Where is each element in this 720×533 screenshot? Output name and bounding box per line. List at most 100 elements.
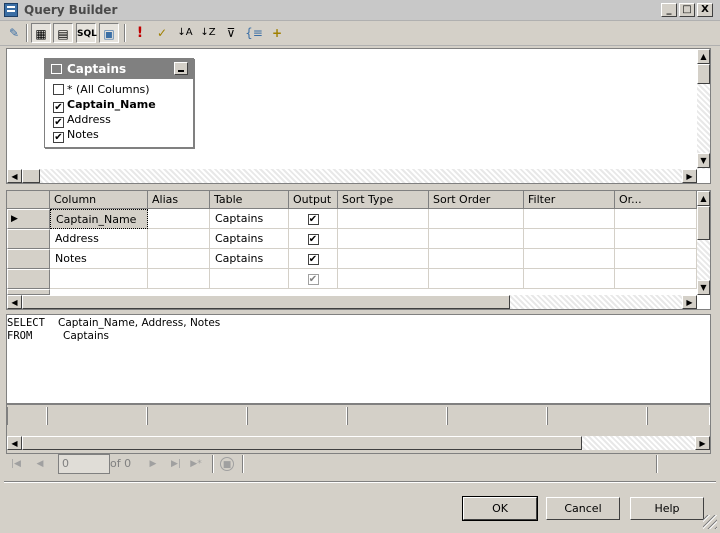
minimize-button[interactable]: _ [661,3,677,17]
properties-icon[interactable]: ✎ [4,23,24,43]
header-filter[interactable]: Filter [524,191,615,209]
add-table-icon[interactable]: + [267,23,287,43]
cell-output[interactable]: ✔ [289,269,338,289]
scroll-left-button[interactable]: ◀ [7,295,22,309]
cell-table[interactable]: Captains [210,229,289,249]
results-pane-button[interactable]: ▣ [99,23,119,43]
scroll-left-button[interactable]: ◀ [7,436,22,450]
previous-record-icon[interactable]: ◀ [33,457,47,471]
cell-sort-order[interactable] [429,209,524,229]
header-table[interactable]: Table [210,191,289,209]
row-selector[interactable] [7,249,50,269]
cell-sort-type[interactable] [338,229,429,249]
cell-alias[interactable] [148,249,210,269]
column-row-captain-name[interactable]: ✔ Captain_Name [53,97,156,113]
close-button[interactable]: X [697,3,713,17]
scroll-thumb[interactable] [22,295,510,309]
help-button[interactable]: Help [630,497,704,520]
cell-filter[interactable] [524,249,615,269]
cell-sort-type[interactable] [338,269,429,289]
new-record-icon[interactable]: ▶* [189,457,203,471]
header-sort-type[interactable]: Sort Type [338,191,429,209]
output-checkbox[interactable]: ✔ [307,234,319,245]
cell-filter[interactable] [524,229,615,249]
column-checkbox[interactable]: ✔ [53,132,64,143]
cell-column[interactable] [50,269,148,289]
header-alias[interactable]: Alias [148,191,210,209]
cell-filter[interactable] [524,269,615,289]
sort-descending-icon[interactable]: ↓Z [198,23,218,43]
scroll-up-button[interactable]: ▲ [697,191,710,206]
scroll-right-button[interactable]: ▶ [682,295,697,309]
first-record-icon[interactable]: |◀ [9,457,23,471]
cell-output[interactable]: ✔ [289,249,338,269]
results-pane[interactable]: ◀ ▶ [6,404,711,454]
scroll-down-button[interactable]: ▼ [697,280,710,295]
column-checkbox[interactable] [53,84,64,95]
scroll-thumb[interactable] [22,169,40,183]
cell-sort-type[interactable] [338,209,429,229]
sort-ascending-icon[interactable]: ↓A [175,23,195,43]
cell-table[interactable] [210,269,289,289]
cell-alias[interactable] [148,209,210,229]
captains-table-window[interactable]: Captains * (All Columns) ✔ Captain_Name ✔… [44,58,194,148]
cell-output[interactable]: ✔ [289,229,338,249]
filter-icon[interactable]: ⊽ [221,23,241,43]
header-column[interactable]: Column [50,191,148,209]
cell-sort-order[interactable] [429,229,524,249]
resize-grip[interactable] [703,515,717,529]
scroll-thumb[interactable] [697,64,710,84]
scroll-thumb[interactable] [697,206,710,240]
run-icon[interactable]: ! [130,23,150,43]
header-output[interactable]: Output [289,191,338,209]
column-row-address[interactable]: ✔ Address [53,112,111,128]
cell-alias[interactable] [148,229,210,249]
column-row-all[interactable]: * (All Columns) [53,82,150,97]
cancel-button[interactable]: Cancel [546,497,620,520]
header-or[interactable]: Or... [615,191,697,209]
minimize-table-button[interactable] [174,62,188,75]
cell-output[interactable]: ✔ [289,209,338,229]
cell-alias[interactable] [148,269,210,289]
scroll-left-button[interactable]: ◀ [7,169,22,183]
cell-or[interactable] [615,209,697,229]
cell-sort-type[interactable] [338,249,429,269]
diagram-hscroll-track[interactable] [7,169,697,183]
scroll-right-button[interactable]: ▶ [695,436,710,450]
cell-table[interactable]: Captains [210,209,289,229]
last-record-icon[interactable]: ▶| [169,457,183,471]
verify-sql-icon[interactable]: ✓ [152,23,172,43]
criteria-grid[interactable]: Column Alias Table Output Sort Type Sort… [6,190,711,310]
grid-pane-button[interactable]: ▤ [53,23,73,43]
maximize-button[interactable]: □ [679,3,695,17]
scroll-up-button[interactable]: ▲ [697,49,710,64]
cell-table[interactable]: Captains [210,249,289,269]
record-position-input[interactable]: 0 [58,454,110,474]
next-record-icon[interactable]: ▶ [146,457,160,471]
sql-pane[interactable]: SELECT Captain_Name, Address, Notes FROM… [6,314,711,404]
cell-or[interactable] [615,249,697,269]
scroll-down-button[interactable]: ▼ [697,153,710,168]
table-window-header[interactable]: Captains [45,59,193,79]
scroll-right-button[interactable]: ▶ [682,169,697,183]
cell-column[interactable]: Captain_Name [50,209,148,229]
row-selector[interactable] [7,269,50,289]
output-checkbox[interactable]: ✔ [307,214,319,225]
cell-filter[interactable] [524,209,615,229]
cell-column[interactable]: Notes [50,249,148,269]
header-sort-order[interactable]: Sort Order [429,191,524,209]
diagram-pane-button[interactable]: ▦ [31,23,51,43]
cell-column[interactable]: Address [50,229,148,249]
output-checkbox[interactable]: ✔ [307,274,319,285]
cell-or[interactable] [615,269,697,289]
stop-icon[interactable]: ■ [220,457,234,471]
column-row-notes[interactable]: ✔ Notes [53,127,99,143]
scroll-thumb[interactable] [22,436,582,450]
group-by-icon[interactable]: {≡ [244,23,264,43]
sql-pane-button[interactable]: SQL [76,23,97,43]
output-checkbox[interactable]: ✔ [307,254,319,265]
cell-sort-order[interactable] [429,269,524,289]
cell-or[interactable] [615,229,697,249]
cell-sort-order[interactable] [429,249,524,269]
row-selector-current[interactable]: ▶ [7,209,50,229]
